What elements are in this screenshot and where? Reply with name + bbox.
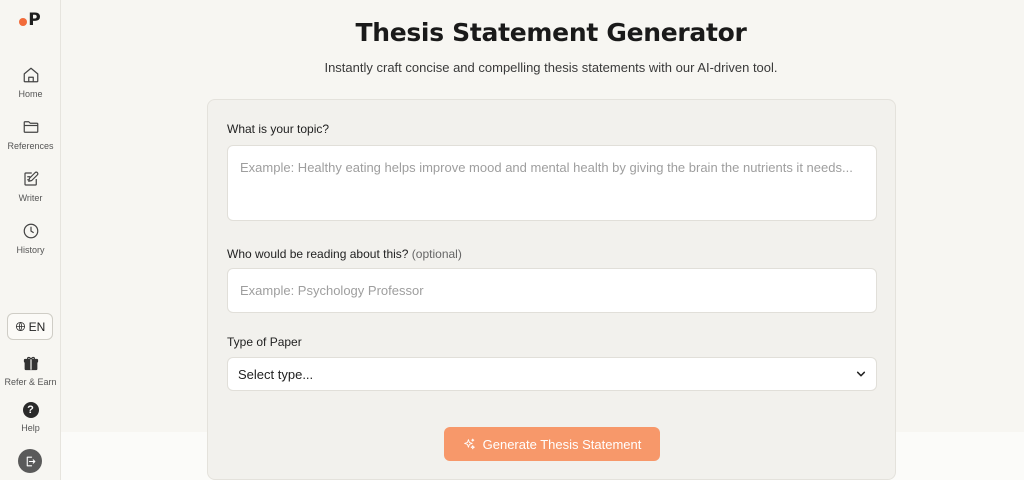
generate-button-label: Generate Thesis Statement — [482, 436, 642, 452]
sidebar-item-label: References — [7, 141, 54, 151]
refer-earn-button[interactable]: Refer & Earn — [0, 354, 61, 387]
help-icon: ? — [22, 402, 39, 418]
sparkle-icon — [463, 438, 475, 449]
audience-label: Who would be reading about this? (option… — [227, 247, 462, 261]
clock-icon — [23, 223, 38, 239]
logo-dot — [19, 18, 28, 26]
sidebar-item-home[interactable]: Home — [0, 66, 61, 99]
sidebar-item-label: Writer — [18, 193, 43, 203]
page-title: Thesis Statement Generator — [355, 18, 747, 47]
logout-button[interactable] — [18, 449, 42, 473]
topic-label: What is your topic? — [227, 122, 330, 136]
sidebar-item-references[interactable]: References — [0, 118, 61, 151]
optional-hint: (optional) — [411, 247, 462, 261]
thesis-form-card: What is your topic? Who would be reading… — [207, 99, 896, 480]
app-logo[interactable]: P — [19, 10, 41, 30]
sidebar-item-history[interactable]: History — [0, 222, 61, 255]
audience-label-text: Who would be reading about this? — [227, 247, 409, 261]
sidebar: P Home References Writer History EN Refe… — [0, 0, 61, 480]
logo-text: P — [28, 10, 41, 30]
help-label: Help — [21, 423, 40, 433]
page-subtitle: Instantly craft concise and compelling t… — [324, 60, 778, 75]
generate-thesis-button[interactable]: Generate Thesis Statement — [444, 427, 660, 461]
gift-icon — [23, 356, 38, 371]
home-icon — [23, 67, 38, 83]
language-label: EN — [28, 319, 46, 334]
sidebar-item-writer[interactable]: Writer — [0, 170, 61, 203]
sidebar-item-label: Home — [18, 89, 43, 99]
refer-earn-label: Refer & Earn — [4, 377, 57, 387]
paper-type-value: Select type... — [238, 366, 314, 382]
paper-type-select[interactable]: Select type... — [227, 357, 877, 391]
language-selector[interactable]: EN — [7, 313, 53, 340]
globe-icon — [15, 321, 25, 332]
paper-type-label: Type of Paper — [227, 335, 302, 349]
folder-icon — [23, 121, 38, 133]
edit-icon — [23, 171, 38, 186]
logout-icon — [26, 456, 35, 466]
help-button[interactable]: ? Help — [0, 402, 61, 433]
audience-input[interactable] — [227, 268, 877, 313]
sidebar-item-label: History — [16, 245, 45, 255]
chevron-down-icon — [856, 371, 866, 377]
topic-textarea[interactable] — [227, 145, 877, 221]
